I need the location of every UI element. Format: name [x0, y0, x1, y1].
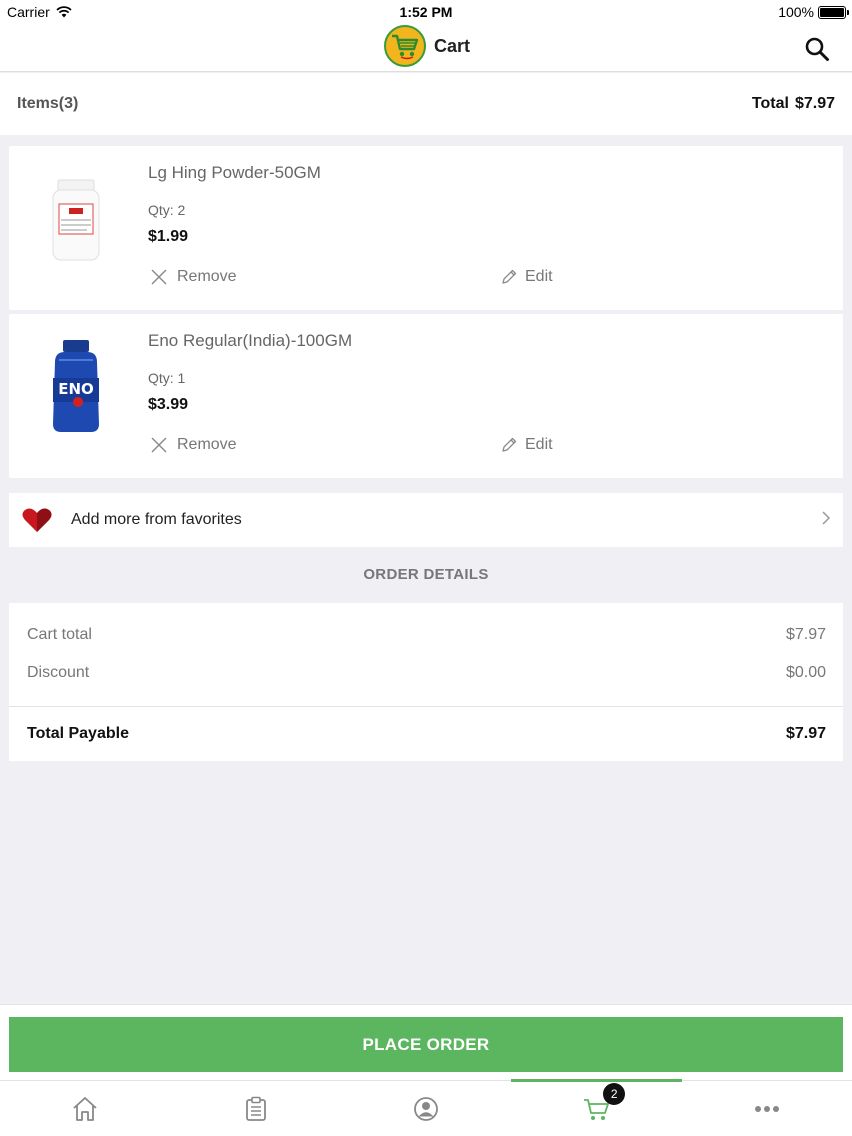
page-title: Cart — [434, 35, 471, 56]
add-favorites-row[interactable]: Add more from favorites — [9, 493, 843, 547]
item-name: Lg Hing Powder-50GM — [148, 163, 321, 182]
place-order-button[interactable]: PLACE ORDER — [9, 1017, 843, 1072]
pencil-icon — [502, 269, 517, 284]
close-icon — [151, 437, 167, 453]
item-qty: Qty: 2 — [148, 202, 186, 218]
battery-group: 100% — [778, 4, 849, 20]
edit-label: Edit — [525, 268, 553, 285]
tab-profile[interactable] — [341, 1081, 511, 1136]
place-order-container: PLACE ORDER — [0, 1004, 852, 1080]
divider — [9, 706, 843, 707]
battery-percent: 100% — [778, 4, 814, 20]
chevron-right-icon — [822, 511, 831, 525]
total-payable-row: Total Payable $7.97 — [27, 725, 826, 743]
total-value: $7.97 — [794, 95, 835, 112]
status-bar: Carrier 1:52 PM 100% — [0, 0, 852, 24]
tab-cart[interactable]: 2 — [511, 1079, 683, 1136]
remove-button[interactable]: Remove — [150, 268, 237, 286]
cart-item: Lg Hing Powder-50GM Qty: 2 $1.99 Remove … — [9, 146, 843, 310]
more-icon — [754, 1105, 779, 1112]
order-details-heading: ORDER DETAILS — [363, 566, 489, 583]
order-details-card: Cart total $7.97 Discount $0.00 Total Pa… — [9, 603, 843, 761]
tab-orders[interactable] — [170, 1081, 340, 1136]
cart-logo-icon — [384, 25, 426, 67]
total-payable-label: Total Payable — [27, 725, 129, 742]
product-image-hing — [52, 179, 100, 261]
orders-icon — [245, 1096, 266, 1121]
home-icon — [73, 1096, 97, 1121]
close-icon — [151, 269, 167, 285]
battery-icon — [818, 5, 849, 19]
edit-button[interactable]: Edit — [500, 268, 553, 286]
total-payable-value: $7.97 — [785, 725, 826, 742]
status-time: 1:52 PM — [399, 4, 453, 20]
total-label: Total — [751, 95, 789, 112]
tab-bar: 2 — [0, 1079, 852, 1136]
cart-item: ENO Eno Regular(India)-100GM Qty: 1 $3.9… — [9, 314, 843, 478]
pencil-icon — [502, 437, 517, 452]
favorites-label: Add more from favorites — [71, 511, 242, 528]
heart-icon — [22, 508, 52, 532]
nav-title-group: Cart — [384, 24, 470, 68]
tab-home[interactable] — [0, 1081, 170, 1136]
cart-badge: 2 — [603, 1083, 626, 1105]
discount-label: Discount — [27, 664, 90, 681]
edit-label: Edit — [525, 436, 553, 453]
item-price: $1.99 — [148, 228, 189, 245]
cart-total-label: Cart total — [27, 626, 92, 643]
cart-total: Total $7.97 — [752, 95, 835, 113]
cart-summary-header: Items(3) Total $7.97 — [0, 73, 852, 135]
items-count: Items(3) — [17, 95, 79, 112]
product-image-eno: ENO — [53, 340, 99, 432]
item-name: Eno Regular(India)-100GM — [148, 331, 353, 350]
discount-row: Discount $0.00 — [27, 664, 826, 682]
remove-button[interactable]: Remove — [150, 436, 237, 454]
nav-bar: Cart — [0, 24, 852, 72]
remove-label: Remove — [177, 436, 237, 453]
item-price: $3.99 — [148, 396, 189, 413]
discount-value: $0.00 — [785, 664, 826, 681]
svg-text:ENO: ENO — [58, 380, 94, 398]
profile-icon — [414, 1096, 438, 1121]
item-qty: Qty: 1 — [148, 370, 186, 386]
search-icon[interactable] — [804, 36, 830, 62]
cart-total-value: $7.97 — [785, 626, 826, 643]
tab-more[interactable] — [682, 1081, 852, 1136]
edit-button[interactable]: Edit — [500, 436, 553, 454]
remove-label: Remove — [177, 268, 237, 285]
cart-total-row: Cart total $7.97 — [27, 626, 826, 644]
